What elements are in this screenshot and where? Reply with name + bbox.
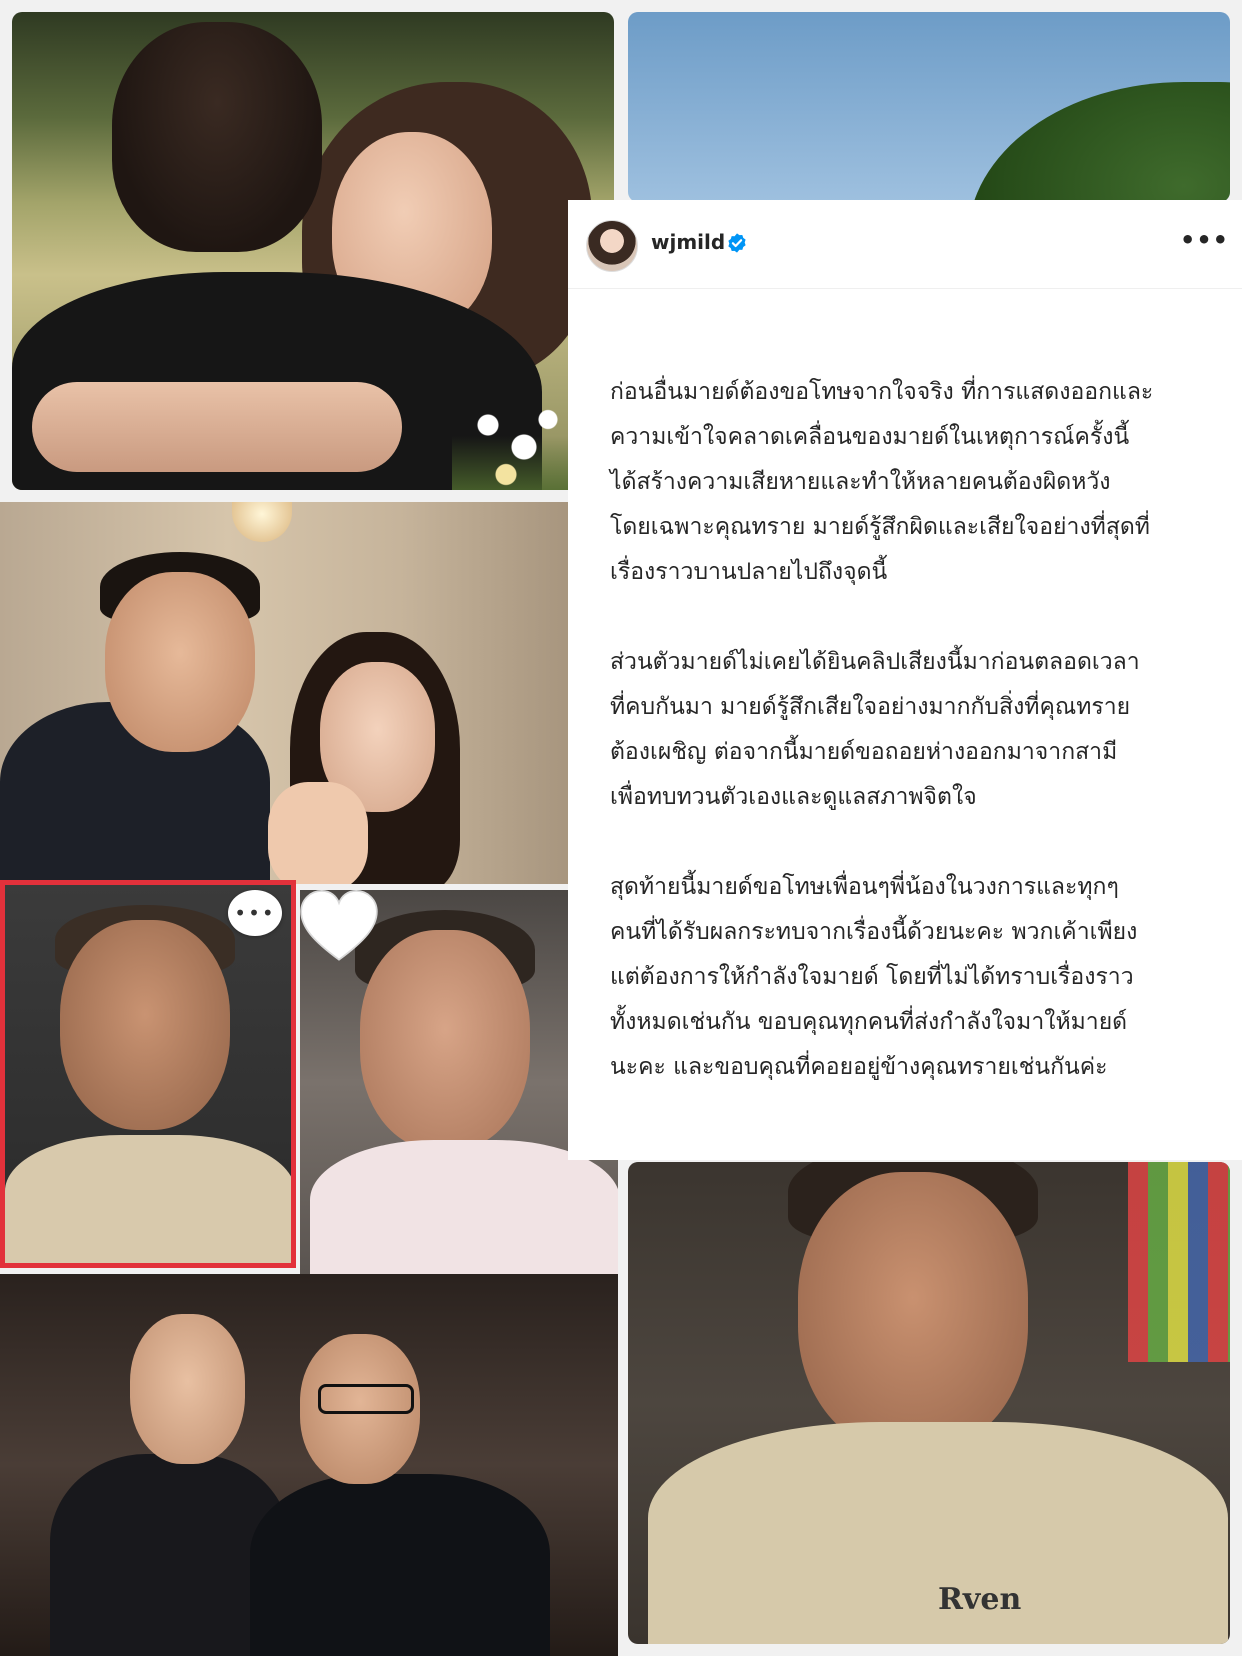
username[interactable]: wjmild xyxy=(651,230,725,254)
photo-selfie-highlighted xyxy=(0,880,296,1268)
photo-two-men-suits xyxy=(0,1274,618,1656)
speech-bubble-icon: ••• xyxy=(228,890,282,936)
instagram-post-card: wjmild ••• ก่อนอื่นมายด์ต้องขอโทษจากใจจร… xyxy=(568,200,1242,1160)
verified-badge-icon xyxy=(728,233,746,253)
photo-engagement xyxy=(0,502,570,884)
post-caption: ก่อนอื่นมายด์ต้องขอโทษจากใจจริง ที่การแส… xyxy=(610,370,1210,1135)
caption-paragraph: ส่วนตัวมายด์ไม่เคยได้ยินคลิปเสียงนี้มาก่… xyxy=(610,649,1140,810)
shirt-logo: Rven xyxy=(938,1582,1022,1617)
caption-paragraph: ก่อนอื่นมายด์ต้องขอโทษจากใจจริง ที่การแส… xyxy=(610,379,1154,585)
photo-couple-hug xyxy=(12,12,614,490)
photo-talking-man: Rven xyxy=(628,1162,1230,1644)
post-header: wjmild ••• xyxy=(568,200,1242,289)
caption-paragraph: สุดท้ายนี้มายด์ขอโทษเพื่อนๆพี่น้องในวงกา… xyxy=(610,874,1138,1080)
profile-avatar[interactable] xyxy=(586,220,638,272)
photo-sky-mountain xyxy=(628,12,1230,202)
more-options-icon[interactable]: ••• xyxy=(1180,226,1229,254)
white-heart-icon xyxy=(300,890,378,961)
